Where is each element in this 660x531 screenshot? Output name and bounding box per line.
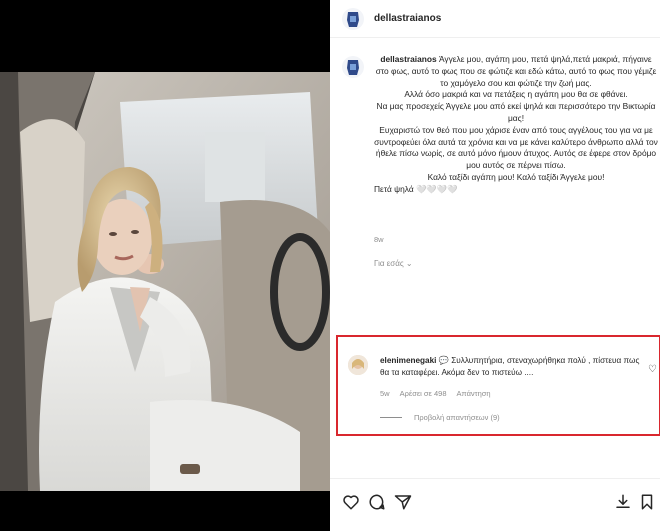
comment-likes[interactable]: Αρέσει σε 498 — [400, 389, 447, 398]
caption-text: dellastraianos Άγγελε μου, αγάπη μου, πε… — [374, 54, 658, 196]
post-caption: dellastraianos Άγγελε μου, αγάπη μου, πε… — [342, 54, 658, 196]
view-replies[interactable]: Προβολή απαντήσεων (9) — [380, 413, 500, 422]
comment-icon[interactable] — [368, 493, 386, 511]
caption-timestamp: 8w — [374, 235, 384, 244]
photo-pane — [0, 0, 330, 531]
caption-line-5: Καλό ταξίδι αγάπη μου! Καλό ταξίδι Άγγελ… — [427, 171, 605, 182]
heart-icon[interactable] — [342, 493, 360, 511]
see-translation-link[interactable]: Για εσάς ⌄ — [374, 259, 413, 268]
post-photo[interactable] — [0, 72, 330, 491]
download-icon[interactable] — [614, 493, 632, 511]
comment-text: elenimenegaki 💬 Συλλυπητήρια, στεναχωρήθ… — [380, 355, 650, 379]
caption-line-6: Πετά ψηλά 🤍🤍🤍🤍 — [374, 183, 458, 194]
author-avatar[interactable] — [342, 7, 364, 30]
commenter-avatar[interactable] — [348, 355, 368, 375]
bookmark-icon[interactable] — [638, 493, 656, 511]
post-details-panel: dellastraianos dellastraianos Άγγελε μου… — [330, 0, 660, 531]
comment-like-icon[interactable]: ♡ — [648, 365, 657, 375]
comment-timestamp: 5w — [380, 389, 390, 398]
author-username[interactable]: dellastraianos — [374, 13, 441, 24]
caption-line-4: Ευχαριστώ τον θεό που μου χάρισε έναν απ… — [374, 124, 658, 171]
post-header: dellastraianos — [330, 0, 660, 38]
caption-avatar[interactable] — [342, 56, 364, 78]
comment-meta: 5w Αρέσει σε 498 Απάντηση — [380, 389, 491, 398]
commenter-username[interactable]: elenimenegaki — [380, 356, 436, 365]
instagram-post-view: dellastraianos dellastraianos Άγγελε μου… — [0, 0, 660, 531]
comment-row: elenimenegaki 💬 Συλλυπητήρια, στεναχωρήθ… — [348, 355, 660, 379]
caption-username[interactable]: dellastraianos — [380, 54, 436, 64]
view-replies-label[interactable]: Προβολή απαντήσεων (9) — [414, 413, 500, 422]
action-bar — [330, 478, 660, 518]
share-icon[interactable] — [394, 493, 412, 511]
caption-line-2: Αλλά όσο μακριά και να πετάξεις η αγάπη … — [404, 89, 628, 100]
reply-button[interactable]: Απάντηση — [457, 389, 491, 398]
caption-line-3: Να μας προσεχείς Άγγελε μου από εκεί ψηλ… — [376, 101, 656, 123]
highlighted-comment: elenimenegaki 💬 Συλλυπητήρια, στεναχωρήθ… — [336, 335, 660, 436]
replies-divider — [380, 417, 402, 418]
